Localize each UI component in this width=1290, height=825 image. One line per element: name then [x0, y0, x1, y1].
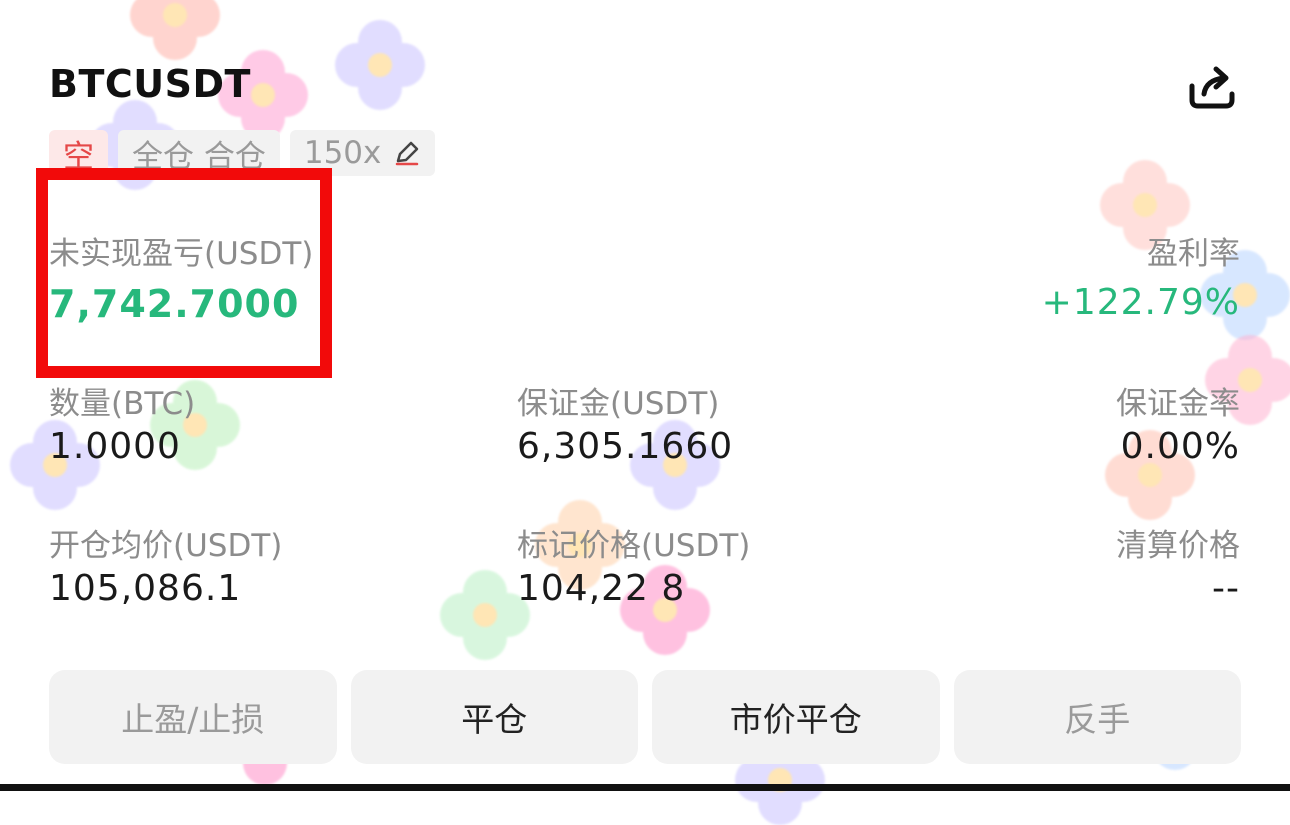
action-bar: 止盈/止损 平仓 市价平仓 反手 — [49, 670, 1241, 764]
position-card: BTCUSDT 空 全仓 合仓 150x 未实现盈亏(USDT) 7,742.7… — [0, 0, 1290, 825]
bottom-divider — [0, 784, 1290, 791]
leverage-value: 150x — [303, 135, 382, 171]
highlight-box — [36, 168, 332, 378]
margin-value: 6,305.1660 — [517, 426, 734, 467]
mark-price-value: 104,22 8 — [517, 568, 686, 609]
profit-rate-value: +122.79% — [1041, 282, 1240, 323]
reverse-button[interactable]: 反手 — [953, 670, 1241, 764]
mark-price-label: 标记价格(USDT) — [517, 528, 751, 564]
symbol-title: BTCUSDT — [49, 62, 251, 106]
quantity-value: 1.0000 — [49, 426, 181, 467]
profit-rate-label: 盈利率 — [1147, 236, 1240, 272]
margin-rate-label: 保证金率 — [1116, 386, 1240, 422]
share-button[interactable] — [1186, 64, 1238, 110]
flower-decoration — [335, 20, 425, 110]
entry-price-label: 开仓均价(USDT) — [49, 528, 283, 564]
quantity-label: 数量(BTC) — [49, 386, 196, 422]
margin-label: 保证金(USDT) — [517, 386, 720, 422]
margin-rate-value: 0.00% — [1120, 426, 1240, 467]
liquidation-price-label: 清算价格 — [1116, 528, 1240, 564]
tp-sl-button[interactable]: 止盈/止损 — [49, 670, 337, 764]
share-icon — [1189, 66, 1235, 109]
close-position-button[interactable]: 平仓 — [350, 670, 638, 764]
flower-decoration — [130, 0, 220, 60]
liquidation-price-value: -- — [1212, 568, 1240, 609]
entry-price-value: 105,086.1 — [49, 568, 242, 609]
pencil-icon — [396, 141, 419, 166]
market-close-button[interactable]: 市价平仓 — [652, 670, 940, 764]
